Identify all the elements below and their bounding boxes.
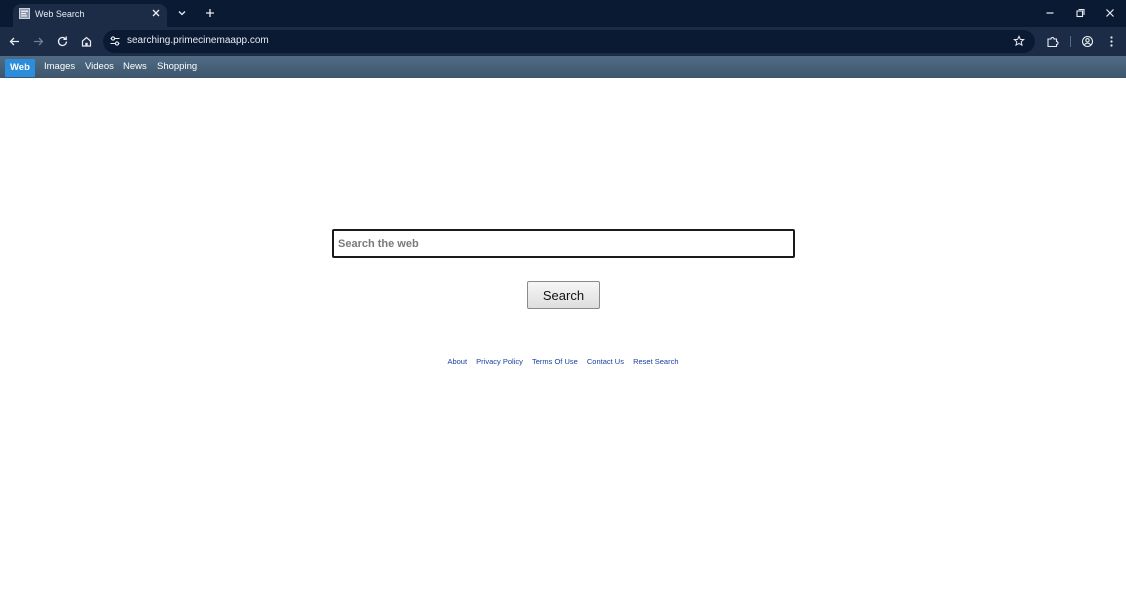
search-button[interactable]: Search	[527, 281, 600, 309]
tab-strip: Web Search	[0, 0, 1126, 27]
tab-search-chevron-down-icon[interactable]	[176, 7, 188, 19]
category-web[interactable]: Web	[5, 59, 35, 77]
reload-icon[interactable]	[56, 35, 69, 48]
back-arrow-icon[interactable]	[8, 35, 21, 48]
footer-privacy-link[interactable]: Privacy Policy	[476, 357, 523, 366]
category-images[interactable]: Images	[44, 56, 75, 78]
page-favicon-icon	[19, 8, 30, 19]
home-icon[interactable]	[80, 35, 93, 48]
address-bar[interactable]: searching.primecinemaapp.com	[103, 30, 1035, 53]
footer-links: About Privacy Policy Terms Of Use Contac…	[0, 357, 1126, 366]
browser-tab[interactable]: Web Search	[13, 4, 167, 27]
footer-about-link[interactable]: About	[447, 357, 467, 366]
tab-title: Web Search	[35, 9, 85, 19]
browser-toolbar: searching.primecinemaapp.com	[0, 27, 1126, 56]
search-input[interactable]	[334, 231, 793, 256]
site-settings-tune-icon[interactable]	[109, 35, 121, 47]
toolbar-divider	[1070, 36, 1071, 47]
tab-close-icon[interactable]	[150, 7, 162, 19]
url-text[interactable]: searching.primecinemaapp.com	[127, 35, 269, 46]
profile-avatar-icon[interactable]	[1081, 35, 1094, 48]
footer-reset-link[interactable]: Reset Search	[633, 357, 678, 366]
category-videos[interactable]: Videos	[85, 56, 114, 78]
footer-contact-link[interactable]: Contact Us	[587, 357, 624, 366]
category-news[interactable]: News	[123, 56, 147, 78]
footer-terms-link[interactable]: Terms Of Use	[532, 357, 578, 366]
extensions-puzzle-icon[interactable]	[1046, 35, 1059, 48]
category-shopping[interactable]: Shopping	[157, 56, 197, 78]
minimize-icon[interactable]	[1044, 7, 1056, 19]
menu-kebab-icon[interactable]	[1105, 35, 1118, 48]
new-tab-plus-icon[interactable]	[203, 6, 217, 20]
forward-arrow-icon[interactable]	[32, 35, 45, 48]
close-window-icon[interactable]	[1104, 7, 1116, 19]
category-bar: Web Images Videos News Shopping	[0, 56, 1126, 78]
search-box	[332, 229, 795, 258]
restore-icon[interactable]	[1074, 7, 1086, 19]
bookmark-star-icon[interactable]	[1013, 35, 1025, 47]
